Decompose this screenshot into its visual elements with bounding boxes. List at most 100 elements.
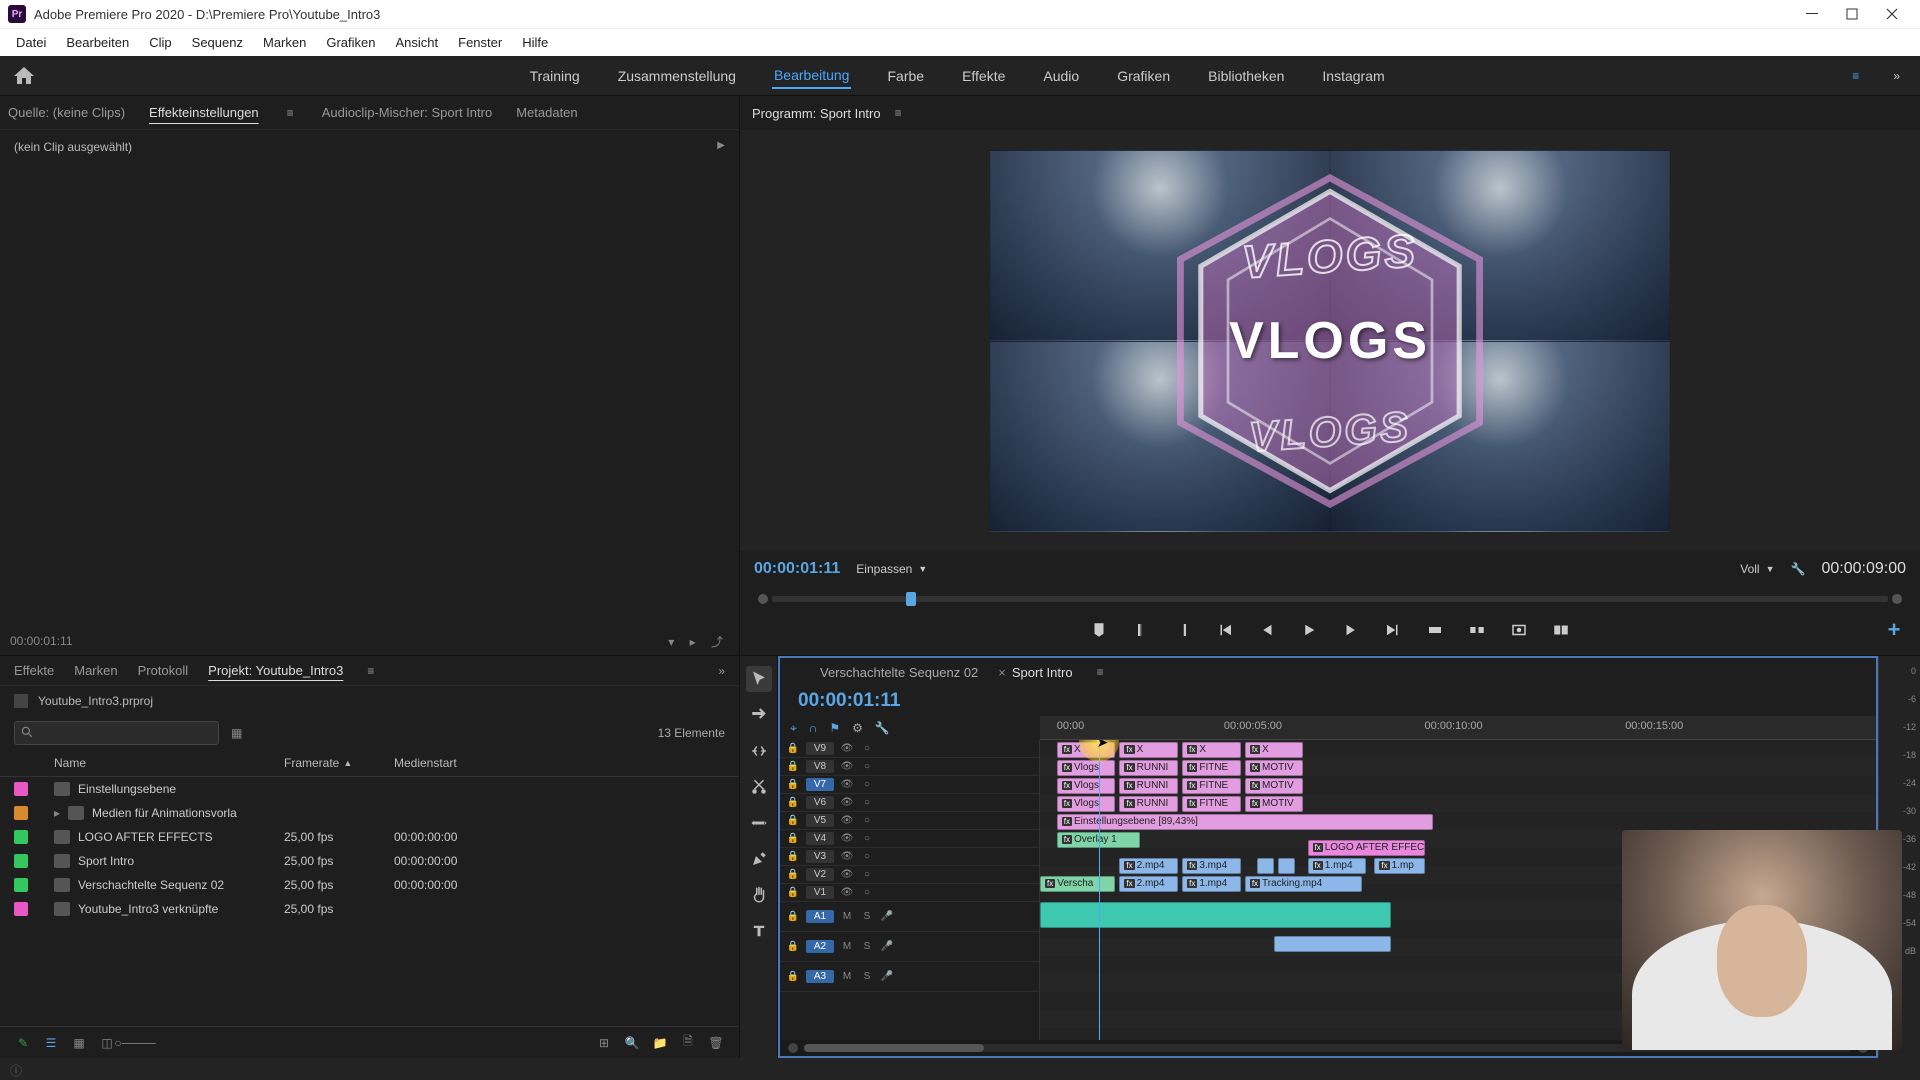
video-track-header-v3[interactable]: 🔒V3👁○ (780, 848, 1039, 866)
add-marker-button[interactable] (1087, 618, 1111, 642)
audio-track-header-a1[interactable]: 🔒A1MS🎤 (780, 902, 1039, 932)
video-track-header-v4[interactable]: 🔒V4👁○ (780, 830, 1039, 848)
source-tab-menu-icon[interactable]: ≡ (283, 106, 298, 120)
footer-search-icon[interactable]: 🔍 (623, 1034, 641, 1052)
timeline-clip[interactable] (1274, 936, 1391, 952)
comparison-view-button[interactable] (1549, 618, 1573, 642)
timeline-clip[interactable]: fxRUNNI (1119, 760, 1178, 776)
project-panel-overflow-icon[interactable]: » (718, 664, 725, 678)
footer-trash-icon[interactable]: 🗑 (707, 1034, 725, 1052)
video-track-header-v9[interactable]: 🔒V9👁○ (780, 740, 1039, 758)
video-track-header-v8[interactable]: 🔒V8👁○ (780, 758, 1039, 776)
selection-tool[interactable] (746, 666, 772, 692)
razor-tool[interactable] (746, 774, 772, 800)
tl-marker-icon[interactable]: ⚑ (829, 721, 840, 735)
track-solo-button[interactable]: S (860, 910, 874, 924)
timeline-clip[interactable]: fxRUNNI (1119, 778, 1178, 794)
footer-pencil-icon[interactable]: ✎ (14, 1034, 32, 1052)
source-tab[interactable]: Effekteinstellungen (149, 105, 259, 120)
track-mute-button[interactable]: M (840, 910, 854, 924)
track-sync-icon[interactable]: ○ (860, 868, 874, 882)
track-label[interactable]: V4 (806, 832, 834, 845)
track-label[interactable]: A3 (806, 970, 834, 983)
track-lock-icon[interactable]: 🔒 (786, 742, 800, 756)
track-sync-icon[interactable]: ○ (860, 778, 874, 792)
audio-track-header-a3[interactable]: 🔒A3MS🎤 (780, 962, 1039, 992)
project-item-row[interactable]: Sport Intro25,00 fps00:00:00:00 (0, 849, 739, 873)
track-solo-button[interactable]: S (860, 970, 874, 984)
menu-ansicht[interactable]: Ansicht (385, 31, 448, 54)
track-sync-icon[interactable]: ○ (860, 742, 874, 756)
workspace-tab-instagram[interactable]: Instagram (1320, 64, 1386, 88)
workspace-tab-audio[interactable]: Audio (1041, 64, 1081, 88)
timeline-clip[interactable]: fx1.mp4 (1182, 876, 1241, 892)
timeline-clip[interactable]: fxVlogs (1057, 796, 1116, 812)
timeline-tab[interactable]: ×Sport Intro (998, 665, 1072, 680)
timeline-clip[interactable]: fxFITNE (1182, 760, 1241, 776)
extract-button[interactable] (1465, 618, 1489, 642)
scrub-zoom-out[interactable] (758, 594, 768, 604)
tl-settings-icon[interactable]: ⚙ (852, 721, 863, 735)
pen-tool[interactable] (746, 846, 772, 872)
timeline-clip[interactable]: fx2.mp4 (1119, 876, 1178, 892)
project-item-row[interactable]: Einstellungsebene (0, 777, 739, 801)
timeline-clip[interactable]: fx1.mp4 (1308, 858, 1367, 874)
timeline-clip[interactable] (1257, 858, 1274, 874)
track-label[interactable]: V7 (806, 778, 834, 791)
source-tab[interactable]: Quelle: (keine Clips) (8, 105, 125, 120)
source-tab[interactable]: Metadaten (516, 105, 577, 120)
track-lock-icon[interactable]: 🔒 (786, 850, 800, 864)
go-to-out-button[interactable] (1381, 618, 1405, 642)
button-editor-add[interactable]: + (1882, 618, 1906, 642)
timeline-clip[interactable]: fxX (1245, 742, 1304, 758)
track-visibility-icon[interactable]: 👁 (840, 742, 854, 756)
track-visibility-icon[interactable]: 👁 (840, 796, 854, 810)
menu-marken[interactable]: Marken (253, 31, 316, 54)
source-export-icon[interactable]: ⤴ (711, 635, 723, 649)
track-visibility-icon[interactable]: 👁 (840, 868, 854, 882)
timeline-clip[interactable]: fxEinstellungsebene [89,43%] (1057, 814, 1433, 830)
timeline-clip[interactable]: fxFITNE (1182, 778, 1241, 794)
project-tab[interactable]: Marken (74, 663, 117, 678)
workspace-tab-bearbeitung[interactable]: Bearbeitung (772, 63, 852, 89)
timeline-tab-close-icon[interactable]: × (998, 665, 1006, 680)
workspace-tab-bibliotheken[interactable]: Bibliotheken (1206, 64, 1286, 88)
menu-fenster[interactable]: Fenster (448, 31, 512, 54)
timeline-tab[interactable]: Verschachtelte Sequenz 02 (820, 665, 978, 680)
timeline-clip[interactable]: fxMOTIV (1245, 760, 1304, 776)
timeline-clip[interactable]: fxVlogs (1057, 760, 1116, 776)
track-lock-icon[interactable]: 🔒 (786, 886, 800, 900)
ripple-edit-tool[interactable] (746, 738, 772, 764)
track-sync-icon[interactable]: ○ (860, 814, 874, 828)
program-timecode-current[interactable]: 00:00:01:11 (754, 560, 840, 578)
track-visibility-icon[interactable]: 👁 (840, 814, 854, 828)
menu-grafiken[interactable]: Grafiken (316, 31, 385, 54)
timeline-clip[interactable]: fx1.mp (1374, 858, 1424, 874)
timeline-timecode[interactable]: 00:00:01:11 (798, 690, 900, 712)
step-forward-button[interactable] (1339, 618, 1363, 642)
workspace-tab-grafiken[interactable]: Grafiken (1115, 64, 1172, 88)
expand-icon[interactable]: ▸ (54, 806, 60, 820)
track-sync-icon[interactable]: ○ (860, 886, 874, 900)
track-visibility-icon[interactable]: 👁 (840, 778, 854, 792)
footer-auto-sequence-icon[interactable]: ⊞ (595, 1034, 613, 1052)
mark-in-button[interactable] (1129, 618, 1153, 642)
source-tab[interactable]: Audioclip-Mischer: Sport Intro (322, 105, 493, 120)
footer-new-bin-icon[interactable]: 📁 (651, 1034, 669, 1052)
program-scrub-bar[interactable] (772, 596, 1888, 602)
track-label[interactable]: A2 (806, 940, 834, 953)
project-item-row[interactable]: Youtube_Intro3 verknüpfte25,00 fps (0, 897, 739, 921)
video-track-header-v6[interactable]: 🔒V6👁○ (780, 794, 1039, 812)
footer-zoom-slider[interactable]: ○──── (126, 1034, 144, 1052)
timeline-clip[interactable]: fxMOTIV (1245, 796, 1304, 812)
track-lock-icon[interactable]: 🔒 (786, 778, 800, 792)
export-frame-button[interactable] (1507, 618, 1531, 642)
track-lock-icon[interactable]: 🔒 (786, 940, 800, 954)
col-name[interactable]: Name (54, 756, 284, 770)
type-tool[interactable] (746, 918, 772, 944)
maximize-button[interactable] (1832, 0, 1872, 28)
timeline-clip[interactable]: fxRUNNI (1119, 796, 1178, 812)
status-info-icon[interactable]: ⓘ (10, 1062, 24, 1076)
track-mute-button[interactable]: M (840, 940, 854, 954)
track-label[interactable]: V6 (806, 796, 834, 809)
